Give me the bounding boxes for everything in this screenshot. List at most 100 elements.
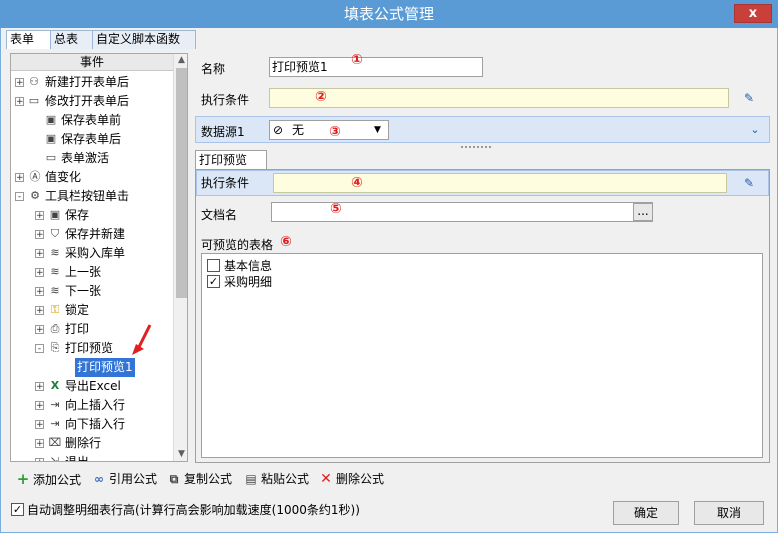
expand-icon[interactable]: + — [15, 97, 24, 107]
tree-item-label: 锁定 — [65, 303, 90, 317]
tree-item-label: 下一张 — [65, 284, 102, 298]
delete-formula-button[interactable]: ✕ 删除公式 — [319, 469, 384, 489]
paste-formula-button[interactable]: ▤ 粘贴公式 — [244, 469, 309, 489]
tree-item[interactable]: - ⚙ 工具栏按钮单击 — [11, 187, 173, 206]
condition2-label: 执行条件 — [201, 176, 250, 190]
tree-item[interactable]: + ≋ 上一张 — [11, 263, 173, 282]
link-icon: ∞ — [94, 472, 104, 486]
tree-item[interactable]: + Ⓐ 值变化 — [11, 168, 173, 187]
plus-icon: + — [16, 470, 30, 488]
expand-icon[interactable]: + — [35, 401, 44, 411]
tree-item[interactable]: + ⇲ 退出 — [11, 453, 173, 462]
close-button[interactable]: x — [734, 4, 772, 23]
lock-icon: ⚿ — [50, 303, 60, 316]
no-entry-icon: ⊘ — [273, 123, 284, 137]
tree-item[interactable]: ▣ 保存表单后 — [11, 130, 173, 149]
tab-summary[interactable]: 总表 — [50, 30, 96, 49]
tree-item-label: 保存表单前 — [61, 113, 122, 127]
save-icon: ▣ — [45, 113, 57, 126]
tree-item[interactable]: + ▣ 保存 — [11, 206, 173, 225]
marker-5: ⑤ — [330, 201, 342, 217]
tree-item[interactable]: + ⚇ 新建打开表单后 — [11, 73, 173, 92]
add-formula-button[interactable]: + 添加公式 — [16, 469, 81, 489]
tree-item[interactable]: + ⌧ 删除行 — [11, 434, 173, 453]
expand-icon[interactable]: + — [35, 420, 44, 430]
scroll-up-icon[interactable]: ▲ — [174, 54, 187, 67]
expand-icon[interactable]: + — [15, 78, 24, 88]
marker-2: ② — [315, 89, 327, 105]
person-icon: ⚇ — [29, 75, 39, 88]
tree-item-label: 保存 — [65, 208, 90, 222]
splitter-handle[interactable] — [461, 146, 491, 151]
exit-icon: ⇲ — [50, 455, 60, 462]
table-checkbox-detail[interactable]: ✓ — [207, 275, 220, 288]
expand-icon[interactable]: + — [35, 439, 44, 449]
delete-row-icon: ⌧ — [48, 436, 62, 449]
expand-icon[interactable]: + — [35, 211, 44, 221]
name-input[interactable]: 打印预览1 — [269, 57, 483, 77]
tree-item-label: 向下插入行 — [65, 417, 126, 431]
save-icon: ▣ — [49, 208, 61, 221]
tab-custom-script[interactable]: 自定义脚本函数 — [92, 30, 196, 49]
tab-form[interactable]: 表单 — [6, 30, 52, 49]
condition-input[interactable] — [269, 88, 729, 108]
condition-label: 执行条件 — [201, 93, 250, 107]
expand-icon[interactable]: + — [35, 287, 44, 297]
tree-item-label: 新建打开表单后 — [45, 75, 130, 89]
expand-chevron-icon[interactable]: ⌄ — [747, 122, 763, 138]
expand-icon[interactable]: + — [35, 268, 44, 278]
tree-item[interactable]: + ⚿ 锁定 — [11, 301, 173, 320]
magic-wand-icon[interactable]: ✎ — [741, 90, 757, 106]
chevron-down-icon: ▼ — [374, 125, 381, 135]
scroll-thumb[interactable] — [176, 68, 187, 298]
tree-item[interactable]: + X 导出Excel — [11, 377, 173, 396]
tree-item[interactable]: + ⇥ 向上插入行 — [11, 396, 173, 415]
tree-item-label: 打印预览1 — [75, 358, 135, 377]
tree-item[interactable]: + ≋ 采购入库单 — [11, 244, 173, 263]
insert-row-icon: ⇥ — [50, 398, 60, 411]
tree-item-label: 值变化 — [45, 170, 82, 184]
expand-icon[interactable]: + — [35, 458, 44, 461]
tree-item[interactable]: + ▭ 修改打开表单后 — [11, 92, 173, 111]
collapse-icon[interactable]: - — [15, 192, 24, 202]
tree-item[interactable]: ▣ 保存表单前 — [11, 111, 173, 130]
copy-formula-button[interactable]: ⧉ 复制公式 — [167, 469, 232, 489]
formula-editor: 名称 打印预览1 ① 执行条件 ② ✎ 数据源1 ⊘ 无 ▼ ③ ⌄ 打印预览 … — [193, 48, 772, 464]
event-tree: 事件 + ⚇ 新建打开表单后 + ▭ 修改打开表单后 ▣ 保存表单前 ▣ 保存表单后 ▭ 表单激活 + Ⓐ… — [10, 53, 188, 462]
marker-3: ③ — [329, 124, 341, 140]
print-preview-icon: ⎘ — [50, 341, 60, 354]
tree-scrollbar[interactable]: ▲ ▼ — [173, 54, 187, 461]
browse-button[interactable]: ... — [633, 203, 653, 221]
scroll-down-icon[interactable]: ▼ — [174, 448, 187, 461]
window-title: 填表公式管理 — [343, 5, 434, 23]
tree-item-label: 保存表单后 — [61, 132, 122, 146]
magic-wand-icon-2[interactable]: ✎ — [741, 175, 757, 191]
ref-formula-button[interactable]: ∞ 引用公式 — [92, 469, 157, 489]
preview-tables-list: 基本信息 ✓ 采购明细 — [201, 253, 763, 458]
expand-icon[interactable]: + — [35, 306, 44, 316]
ok-button[interactable]: 确定 — [613, 501, 679, 525]
tree-item-label: 删除行 — [65, 436, 102, 450]
tree-item[interactable]: + ⇥ 向下插入行 — [11, 415, 173, 434]
tree-item[interactable]: + ≋ 下一张 — [11, 282, 173, 301]
expand-icon[interactable]: + — [15, 173, 24, 183]
tree-item-label: 采购入库单 — [65, 246, 126, 260]
collapse-icon[interactable]: - — [35, 344, 44, 354]
table-label-detail: 采购明细 — [224, 275, 273, 289]
docname-input[interactable] — [271, 202, 653, 222]
paste-icon: ▤ — [245, 472, 257, 486]
tree-item[interactable]: + ⛉ 保存并新建 — [11, 225, 173, 244]
delete-icon: ✕ — [320, 471, 332, 487]
expand-icon[interactable]: + — [35, 249, 44, 259]
tree-item[interactable]: ▭ 表单激活 — [11, 149, 173, 168]
cancel-button[interactable]: 取消 — [694, 501, 764, 525]
condition2-input[interactable] — [273, 173, 727, 193]
expand-icon[interactable]: + — [35, 230, 44, 240]
tree-item[interactable]: 打印预览1 — [11, 358, 173, 377]
tree-item-label: 退出 — [65, 455, 90, 462]
expand-icon[interactable]: + — [35, 382, 44, 392]
table-checkbox-basic[interactable] — [207, 259, 220, 272]
expand-icon[interactable]: + — [35, 325, 44, 335]
auto-adjust-checkbox[interactable]: ✓ — [11, 503, 24, 516]
tab-print-preview[interactable]: 打印预览 — [195, 150, 267, 171]
